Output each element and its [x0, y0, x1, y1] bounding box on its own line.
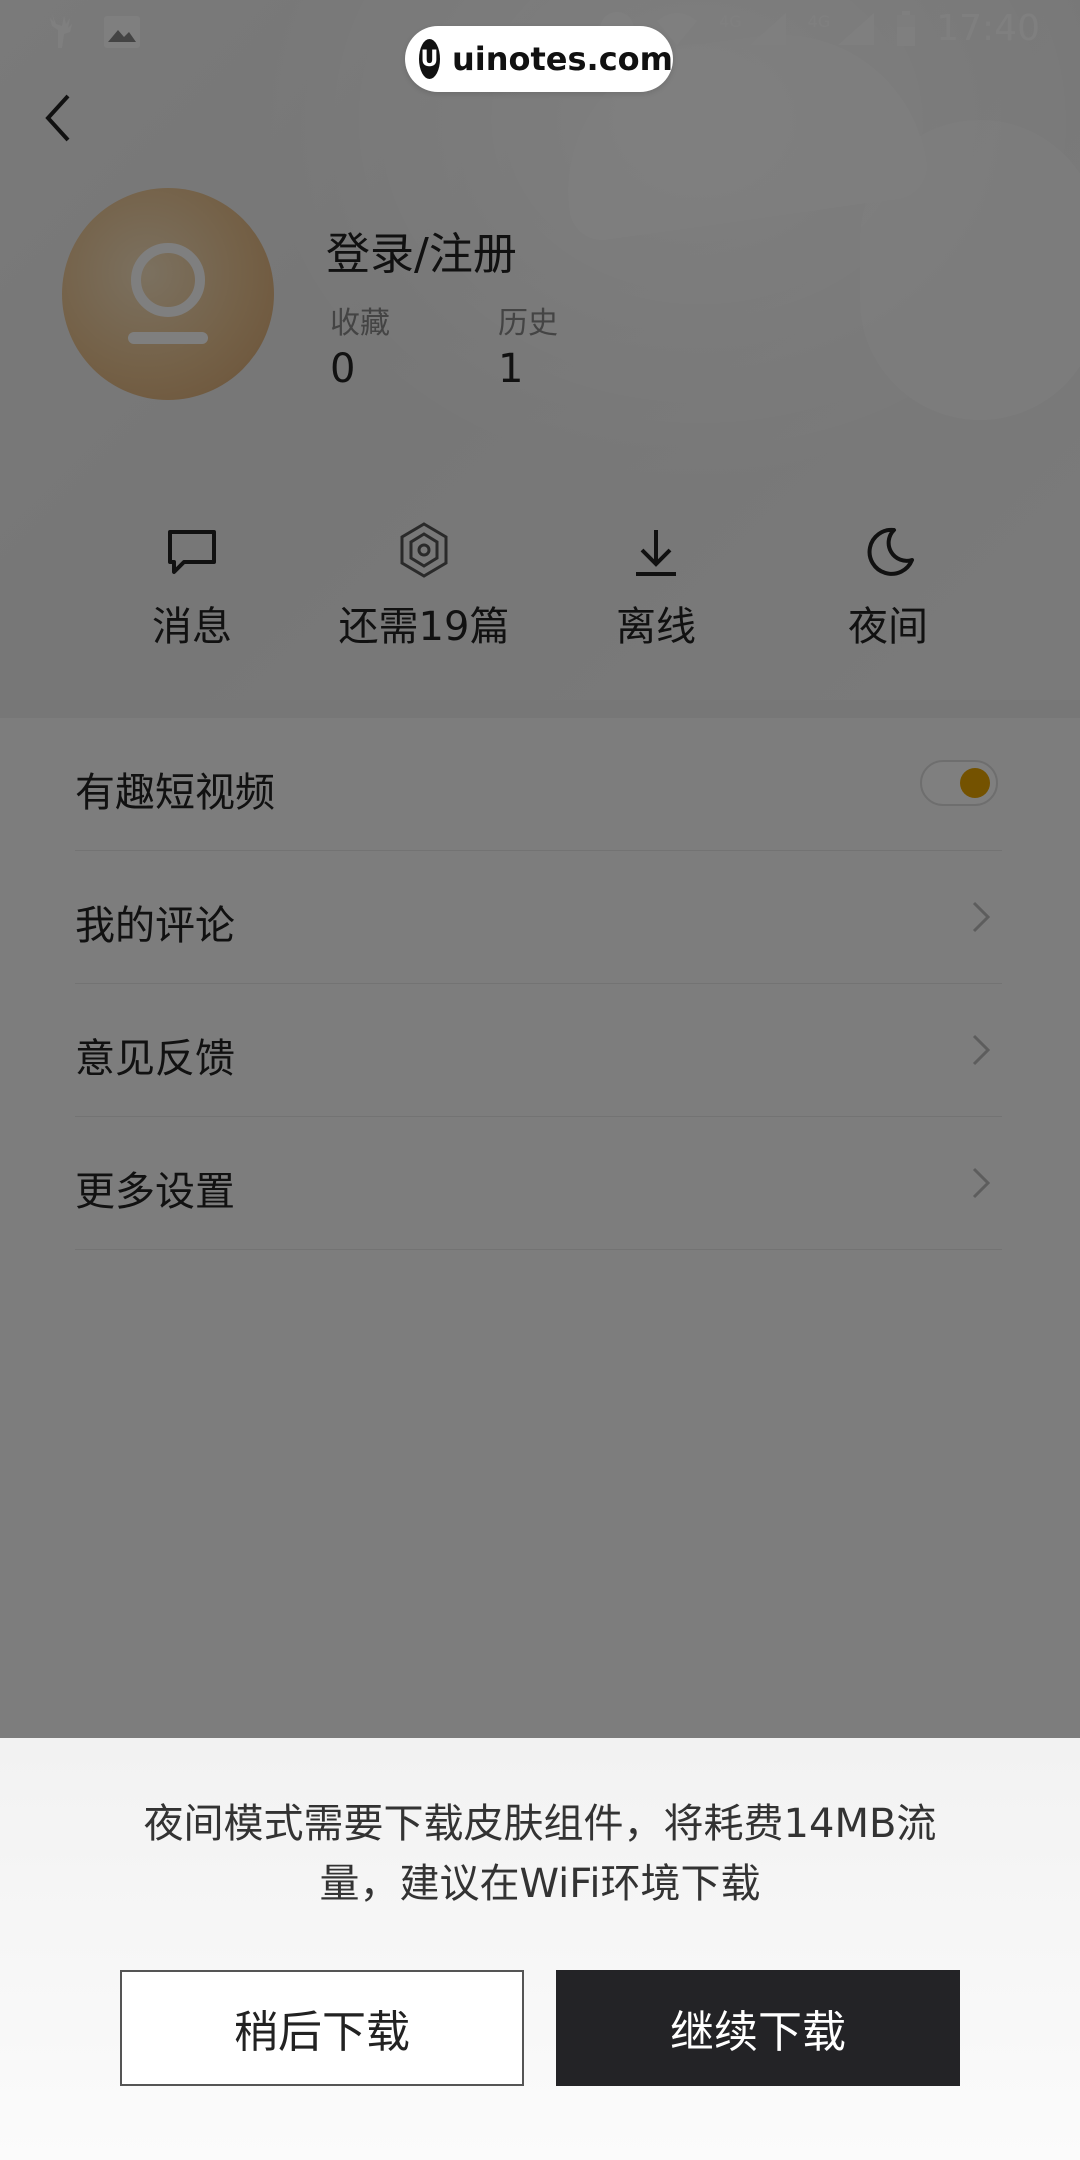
night-mode-download-dialog: 夜间模式需要下载皮肤组件，将耗费14MB流量，建议在WiFi环境下载 稍后下载 …	[0, 1738, 1080, 2160]
modal-overlay[interactable]	[0, 0, 1080, 1738]
continue-download-button[interactable]: 继续下载	[556, 1970, 960, 2086]
download-later-button[interactable]: 稍后下载	[120, 1970, 524, 2086]
watermark-badge: U uinotes.com	[405, 26, 673, 92]
uinotes-logo-icon: U	[419, 39, 440, 79]
dialog-message: 夜间模式需要下载皮肤组件，将耗费14MB流量，建议在WiFi环境下载	[143, 1801, 937, 1907]
watermark-text: uinotes.com	[451, 40, 673, 78]
